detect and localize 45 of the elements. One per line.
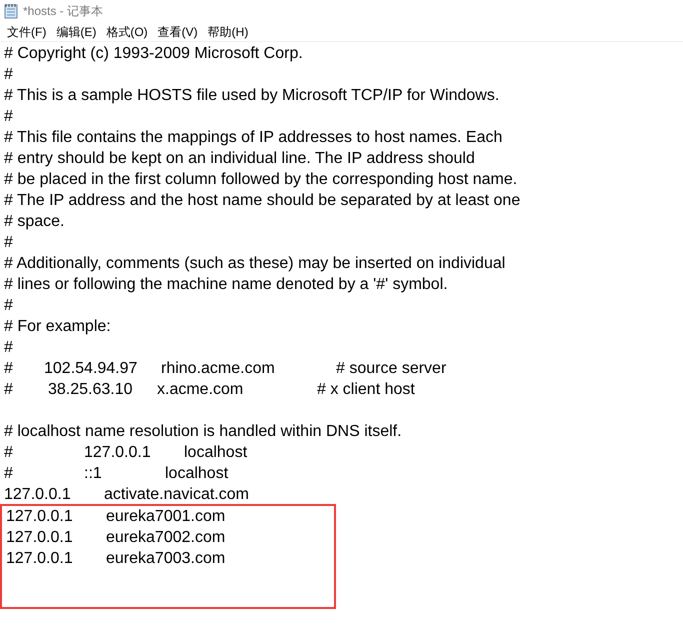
text-line: # (4, 296, 14, 316)
code-text: # (4, 360, 13, 377)
code-text: x.acme.com (157, 381, 244, 398)
code-text: # (4, 465, 13, 482)
window-title: *hosts - 记事本 (23, 3, 104, 20)
code-text: eureka7002.com (106, 529, 226, 546)
code-text: 127.0.0.1 (6, 508, 73, 525)
code-text: 102.54.94.97 (44, 360, 138, 377)
menu-item[interactable]: 帮助(H) (202, 22, 254, 40)
text-line: # (4, 338, 14, 358)
text-line: # For example: (4, 317, 112, 337)
code-text: localhost (165, 465, 228, 482)
notepad-icon (4, 3, 18, 19)
code-text: eureka7001.com (106, 508, 226, 525)
text-line: # This file contains the mappings of IP addresses to host names. Each (4, 128, 504, 148)
text-line: # Additionally, comments (such as these) may be inserted on individual (4, 254, 506, 274)
text-line: # The IP address and the host name should be separated by at least one (4, 191, 522, 211)
code-text: 127.0.0.1 (6, 550, 73, 567)
code-text: rhino.acme.com (161, 360, 275, 377)
code-text: localhost (184, 444, 248, 461)
menu-item[interactable]: 文件(F) (2, 22, 52, 40)
code-text: 38.25.63.10 (48, 381, 133, 398)
code-text: # source server (336, 360, 446, 377)
menu-item[interactable]: 格式(O) (101, 22, 153, 40)
code-text: # (4, 444, 13, 461)
code-text: # x client host (317, 381, 415, 398)
text-line: # localhost name resolution is handled within DNS itself. (4, 422, 403, 442)
code-text: 127.0.0.1 (4, 486, 71, 503)
menu-item[interactable]: 查看(V) (152, 22, 203, 40)
text-line: # (4, 233, 14, 253)
text-line: # (4, 107, 14, 127)
code-text: # (4, 381, 13, 398)
code-text: 127.0.0.1 (84, 444, 151, 461)
text-line: # be placed in the first column followed by the corresponding host name. (4, 170, 518, 190)
text-line: # space. (4, 212, 66, 232)
text-line: # This is a sample HOSTS file used by Microsoft TCP/IP for Windows. (4, 86, 500, 106)
text-line: # entry should be kept on an individual line. The IP address should (4, 149, 476, 169)
menu-item[interactable]: 编辑(E) (51, 22, 102, 40)
code-text: ::1 (84, 465, 102, 482)
text-line: # (4, 65, 14, 85)
text-line: # Copyright (c) 1993-2009 Microsoft Corp. (4, 44, 304, 64)
code-text: eureka7003.com (106, 550, 226, 567)
text-line: # lines or following the machine name denoted by a '#' symbol. (4, 275, 449, 295)
code-text: 127.0.0.1 (6, 529, 73, 546)
code-text: activate.navicat.com (104, 486, 249, 503)
